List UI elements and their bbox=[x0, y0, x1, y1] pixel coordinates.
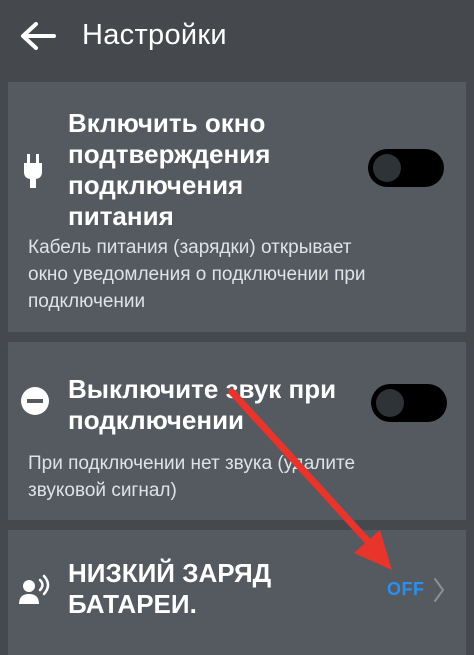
setting-title: Выключите звук при подключении bbox=[68, 374, 337, 435]
toggle-knob bbox=[373, 154, 401, 182]
chevron-right-icon[interactable] bbox=[433, 577, 445, 603]
power-confirmation-toggle[interactable] bbox=[368, 149, 444, 187]
minus-circle-icon bbox=[21, 387, 49, 415]
toggle-knob bbox=[376, 389, 404, 417]
back-arrow-icon[interactable] bbox=[18, 18, 58, 54]
app-header: Настройки bbox=[0, 0, 474, 72]
setting-power-confirmation[interactable]: Включить окно подтверждения подключения … bbox=[8, 82, 466, 332]
setting-description: При подключении нет звука (удалите звуко… bbox=[28, 453, 356, 501]
setting-title: Включить окно подтверждения подключения … bbox=[68, 108, 271, 231]
setting-low-battery[interactable]: НИЗКИЙ ЗАРЯД БАТАРЕИ. OFF bbox=[8, 530, 466, 655]
page-title: Настройки bbox=[82, 19, 227, 51]
setting-description: Кабель питания (зарядки) открывает окно … bbox=[28, 237, 366, 312]
setting-title: НИЗКИЙ ЗАРЯД БАТАРЕИ. bbox=[68, 558, 272, 619]
speaker-person-icon bbox=[19, 574, 50, 604]
setting-mute-on-connect[interactable]: Выключите звук при подключении При подкл… bbox=[8, 342, 466, 520]
power-plug-icon bbox=[24, 154, 42, 188]
mute-toggle[interactable] bbox=[371, 384, 447, 422]
low-battery-value[interactable]: OFF bbox=[387, 579, 425, 600]
